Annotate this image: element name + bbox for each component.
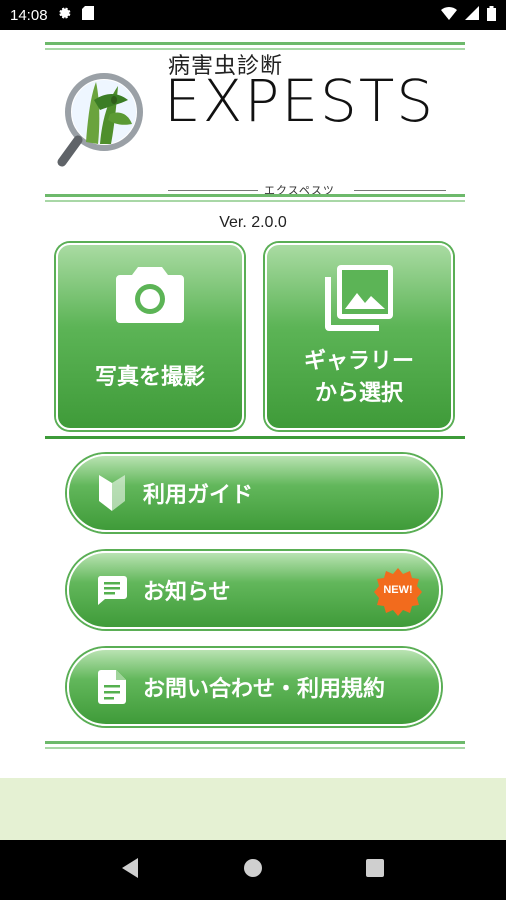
usage-guide-button[interactable]: 利用ガイド [67, 454, 441, 532]
back-icon[interactable] [121, 858, 140, 882]
gallery-icon [267, 263, 451, 333]
new-badge-label: NEW! [383, 584, 413, 596]
bottom-divider [45, 741, 465, 749]
status-time: 14:08 [10, 6, 48, 24]
battery-icon [487, 5, 496, 25]
logo-sub-line-right [354, 190, 446, 191]
app-logo: 病害虫診断 EXPESTS エクスペスツ [56, 48, 456, 197]
notices-label: お知らせ [143, 580, 231, 605]
contact-terms-button[interactable]: お問い合わせ・利用規約 [67, 648, 441, 726]
camera-icon [58, 263, 242, 327]
select-from-gallery-button[interactable]: ギャラリー から選択 [265, 243, 453, 430]
status-bar: 14:08 [0, 0, 506, 30]
message-icon [93, 574, 131, 606]
section-divider [45, 436, 465, 439]
new-badge: NEW! [373, 567, 423, 617]
sd-card-icon [81, 6, 94, 24]
home-icon[interactable] [243, 858, 263, 882]
footer-band [0, 778, 506, 840]
wifi-icon [441, 6, 457, 24]
signal-icon [465, 6, 479, 24]
contact-terms-label: お問い合わせ・利用規約 [143, 677, 386, 702]
gear-icon [58, 6, 72, 24]
take-photo-label: 写真を撮影 [94, 365, 205, 390]
navigation-bar [0, 840, 506, 900]
magnifier-leaf-icon [57, 73, 143, 167]
notices-button[interactable]: お知らせ NEW! [67, 551, 441, 629]
gallery-label-line1: ギャラリー [303, 349, 414, 374]
version-text: Ver. 2.0.0 [219, 214, 287, 231]
logo-title: EXPESTS [164, 67, 436, 135]
gallery-label-line2: から選択 [314, 381, 403, 406]
document-icon [93, 670, 131, 704]
usage-guide-label: 利用ガイド [143, 483, 254, 508]
beginner-mark-icon [93, 475, 131, 511]
recents-icon[interactable] [366, 859, 385, 881]
logo-divider [45, 194, 465, 202]
logo-sub-line-left [168, 190, 258, 191]
take-photo-button[interactable]: 写真を撮影 [56, 243, 244, 430]
